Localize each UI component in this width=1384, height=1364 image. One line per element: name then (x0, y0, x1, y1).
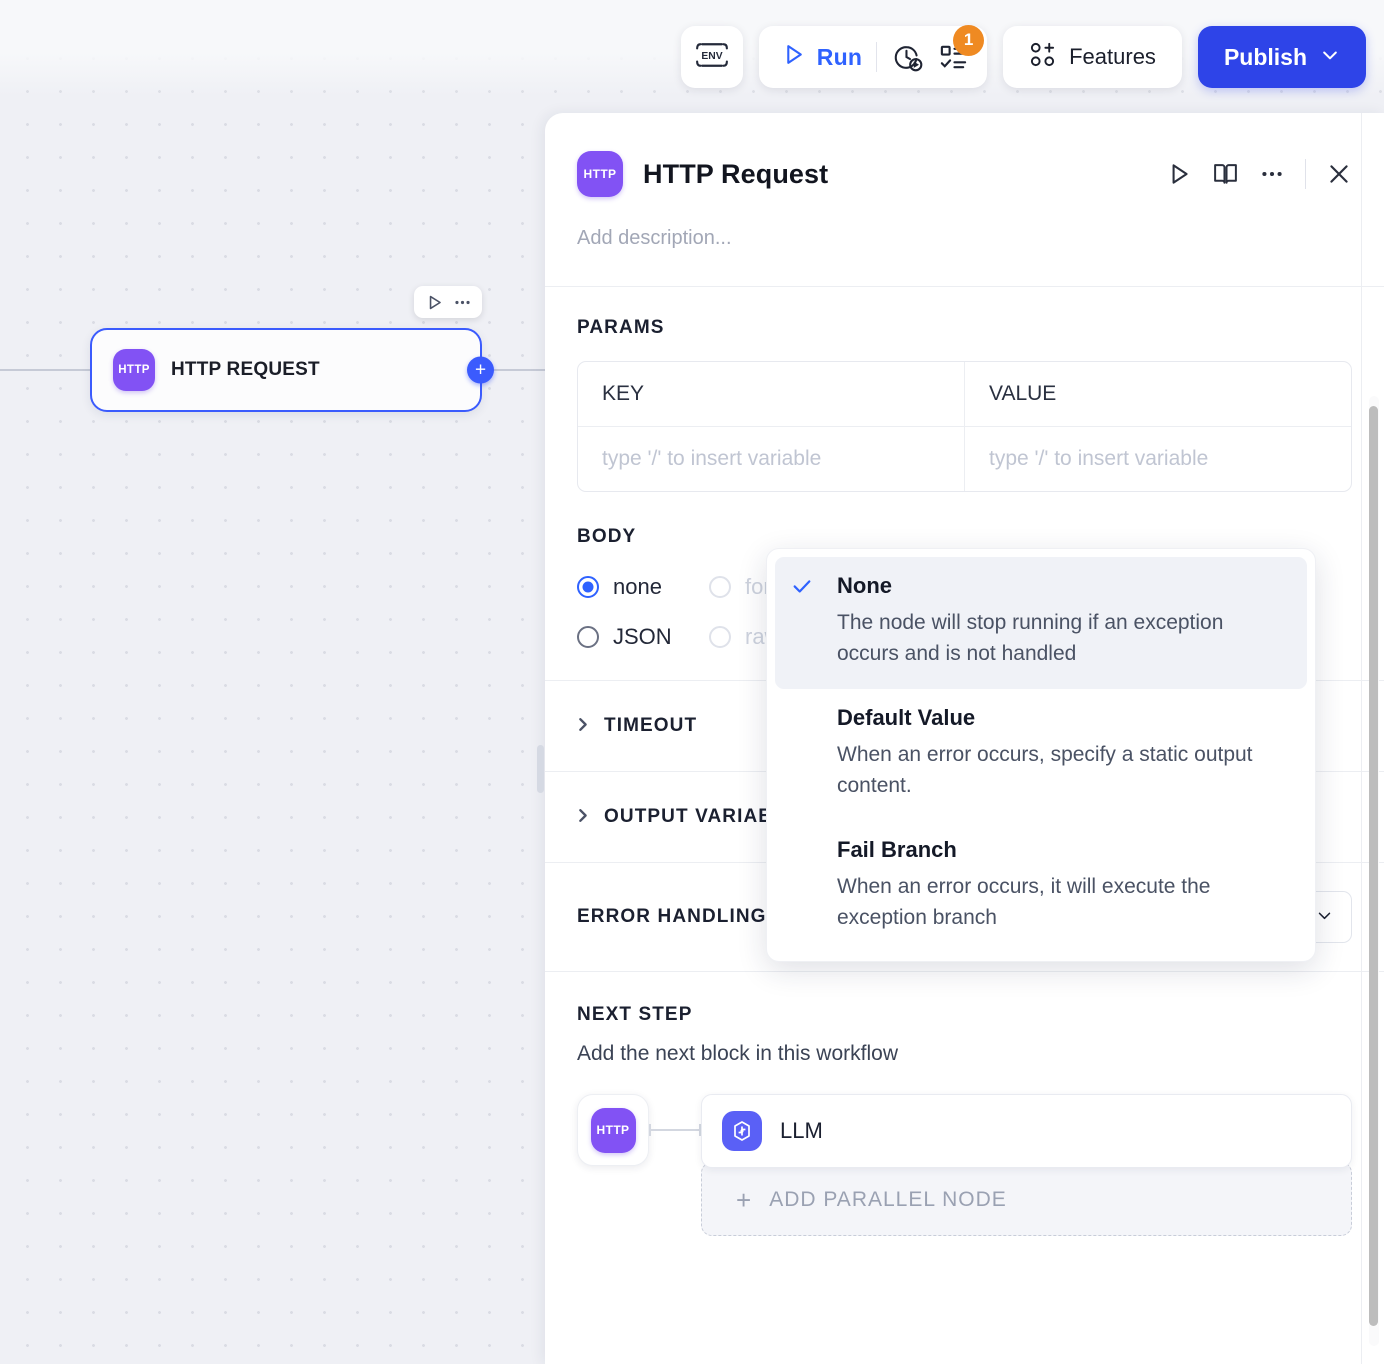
play-icon[interactable] (1166, 161, 1192, 187)
next-step-title: NEXT STEP (577, 1004, 1352, 1026)
top-toolbar: ENV Run (681, 26, 1366, 88)
play-icon[interactable] (423, 291, 445, 313)
publish-button[interactable]: Publish (1198, 26, 1366, 88)
more-horizontal-icon[interactable] (1259, 161, 1285, 187)
column-header-value: VALUE (964, 362, 1351, 426)
dropdown-item-title: Default Value (791, 705, 1291, 731)
column-header-key: KEY (578, 362, 964, 426)
radio-option-none[interactable]: none (577, 574, 709, 600)
add-parallel-node-button[interactable]: + ADD PARALLEL NODE (701, 1162, 1352, 1236)
node-card[interactable]: HTTP HTTP REQUEST + (90, 328, 482, 412)
dropdown-item-title: Fail Branch (791, 837, 1291, 863)
more-horizontal-icon[interactable] (451, 291, 473, 313)
node-title: HTTP REQUEST (171, 359, 320, 381)
llm-brain-icon (722, 1111, 762, 1151)
radio-dot-icon (709, 576, 731, 598)
description-input[interactable]: Add description... (545, 197, 1384, 286)
dropdown-item-title: None (791, 573, 1291, 599)
flow-target-group: LLM + ADD PARALLEL NODE (701, 1094, 1352, 1236)
dropdown-item-none[interactable]: None The node will stop running if an ex… (775, 557, 1307, 689)
dropdown-item-description: The node will stop running if an excepti… (791, 607, 1291, 669)
play-icon (781, 42, 806, 72)
clock-history-icon[interactable] (891, 41, 924, 74)
http-badge-icon: HTTP (577, 151, 623, 197)
params-table: KEY VALUE type '/' to insert variable ty… (577, 361, 1352, 492)
flow-source-node[interactable]: HTTP (577, 1094, 649, 1166)
features-icon (1029, 41, 1056, 73)
table-row: type '/' to insert variable type '/' to … (578, 426, 1351, 491)
panel-header-actions (1166, 159, 1352, 189)
dropdown-item-description: When an error occurs, it will execute th… (791, 871, 1291, 933)
canvas-node-http-request[interactable]: HTTP HTTP REQUEST + (90, 328, 482, 412)
checklist-wrapper: 1 (938, 42, 969, 73)
svg-text:ENV: ENV (701, 51, 722, 62)
http-badge-label: HTTP (118, 364, 150, 376)
next-step-section: NEXT STEP Add the next block in this wor… (545, 972, 1384, 1266)
run-toolbar-group: Run 1 (759, 26, 987, 88)
scrollbar-thumb[interactable] (1369, 406, 1378, 1326)
params-section: PARAMS KEY VALUE type '/' to insert vari… (545, 287, 1384, 522)
publish-label: Publish (1224, 44, 1307, 71)
radio-dot-icon (577, 626, 599, 648)
add-node-button[interactable]: + (467, 357, 494, 384)
chevron-down-icon (1316, 904, 1333, 930)
error-handling-label: ERROR HANDLING (577, 906, 767, 928)
status-badge: 1 (953, 25, 984, 56)
chevron-down-icon (1320, 45, 1340, 70)
run-button[interactable]: Run (781, 42, 862, 72)
http-badge-label: HTTP (597, 1123, 630, 1137)
next-node-llm[interactable]: LLM (701, 1094, 1352, 1168)
add-parallel-node-label: ADD PARALLEL NODE (769, 1188, 1007, 1212)
env-button[interactable]: ENV (681, 26, 743, 88)
panel-resize-handle[interactable] (537, 745, 544, 793)
env-icon: ENV (693, 40, 731, 75)
plus-icon: + (736, 1187, 751, 1213)
timeout-label: TIMEOUT (604, 715, 697, 737)
close-icon[interactable] (1326, 161, 1352, 187)
dropdown-item-fail-branch[interactable]: Fail Branch When an error occurs, it wil… (775, 821, 1307, 953)
chevron-right-icon (577, 807, 590, 828)
next-node-label: LLM (780, 1118, 823, 1144)
param-value-input[interactable]: type '/' to insert variable (964, 427, 1351, 491)
error-handling-dropdown-menu[interactable]: None The node will stop running if an ex… (766, 548, 1316, 962)
panel-header: HTTP HTTP Request (545, 113, 1384, 197)
radio-label: none (613, 574, 662, 600)
page-title: HTTP Request (643, 159, 828, 190)
book-open-icon[interactable] (1212, 161, 1239, 188)
radio-dot-icon (709, 626, 731, 648)
panel-right-rule (1361, 113, 1362, 1364)
params-title: PARAMS (577, 317, 1352, 339)
run-label: Run (817, 44, 862, 71)
next-step-subtitle: Add the next block in this workflow (577, 1042, 1352, 1066)
param-key-input[interactable]: type '/' to insert variable (578, 427, 964, 491)
table-header-row: KEY VALUE (578, 362, 1351, 426)
next-step-flow: HTTP LLM (577, 1094, 1352, 1236)
dropdown-item-default-value[interactable]: Default Value When an error occurs, spec… (775, 689, 1307, 821)
radio-option-json[interactable]: JSON (577, 624, 709, 650)
http-badge-icon: HTTP (113, 349, 155, 391)
radio-dot-icon (577, 576, 599, 598)
radio-label: JSON (613, 624, 672, 650)
dropdown-item-description: When an error occurs, specify a static o… (791, 739, 1291, 801)
check-icon (791, 575, 813, 602)
features-button[interactable]: Features (1003, 26, 1182, 88)
chevron-right-icon (577, 716, 590, 737)
http-badge-icon: HTTP (591, 1108, 636, 1153)
toolbar-divider (876, 42, 877, 72)
http-badge-label: HTTP (584, 167, 617, 181)
body-title: BODY (577, 526, 1352, 548)
node-hover-toolbar[interactable] (414, 286, 482, 318)
header-divider (1305, 159, 1306, 189)
features-label: Features (1069, 44, 1156, 70)
flow-connector (649, 1094, 701, 1166)
